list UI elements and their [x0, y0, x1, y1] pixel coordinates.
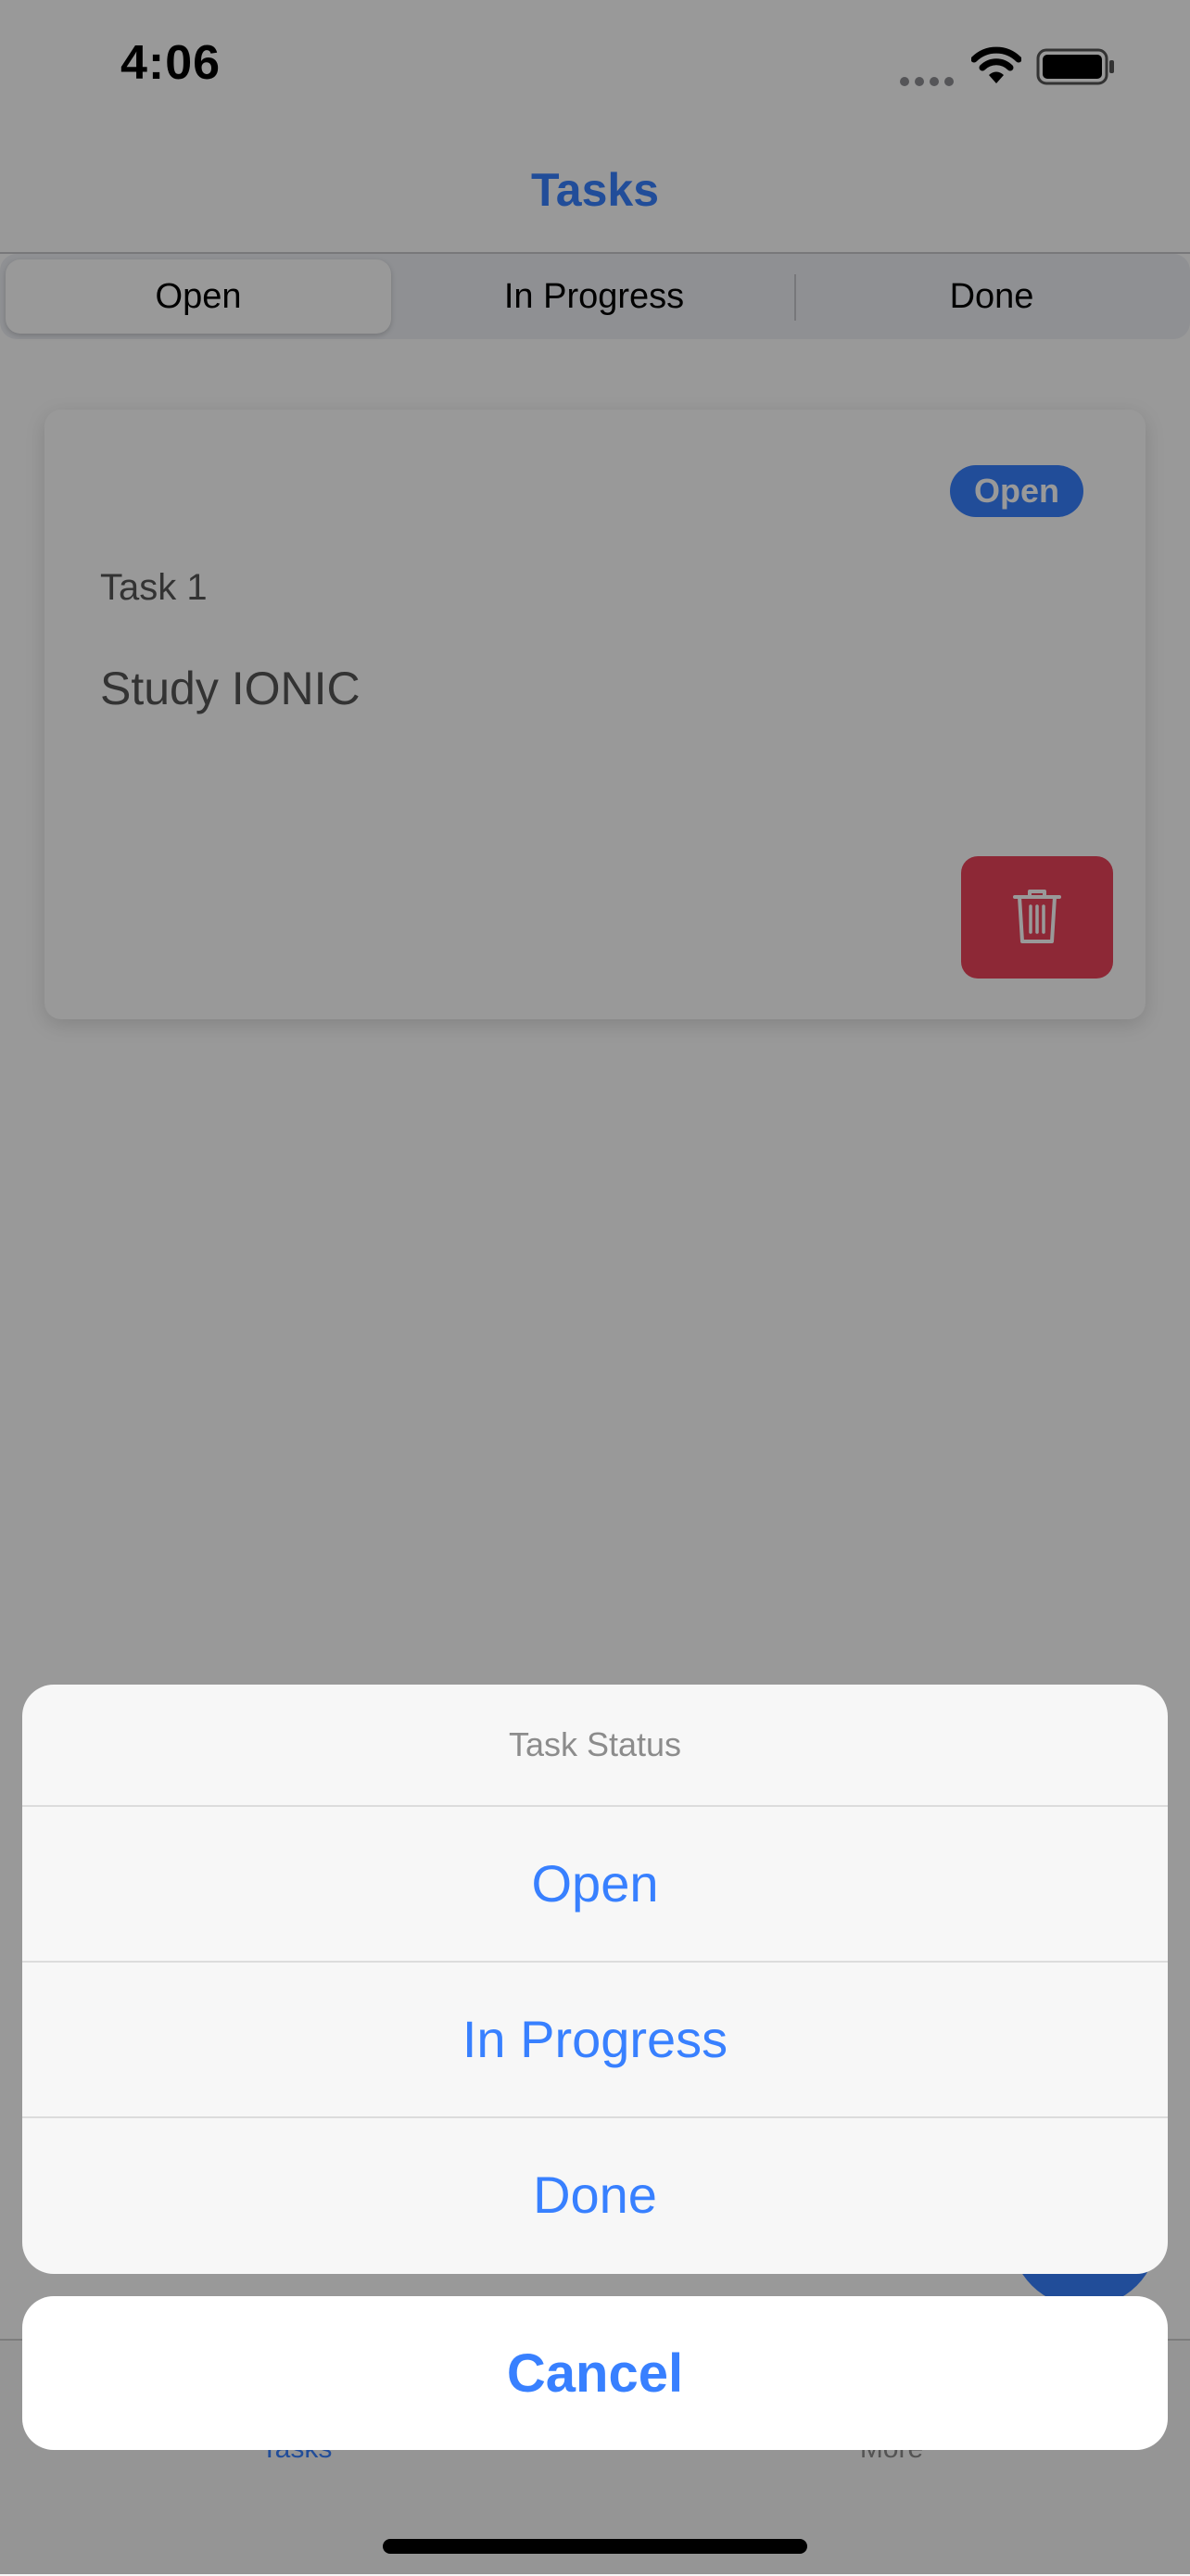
- action-option-in-progress[interactable]: In Progress: [22, 1961, 1168, 2118]
- cancel-button[interactable]: Cancel: [22, 2296, 1168, 2450]
- app-screen: 4:06 Tasks Open In Progress Done Open Ta…: [0, 0, 1190, 2576]
- action-option-done[interactable]: Done: [22, 2116, 1168, 2272]
- action-option-open[interactable]: Open: [22, 1805, 1168, 1963]
- home-indicator: [383, 2539, 807, 2554]
- action-sheet-title: Task Status: [22, 1685, 1168, 1807]
- action-sheet: Task Status Open In Progress Done: [22, 1685, 1168, 2274]
